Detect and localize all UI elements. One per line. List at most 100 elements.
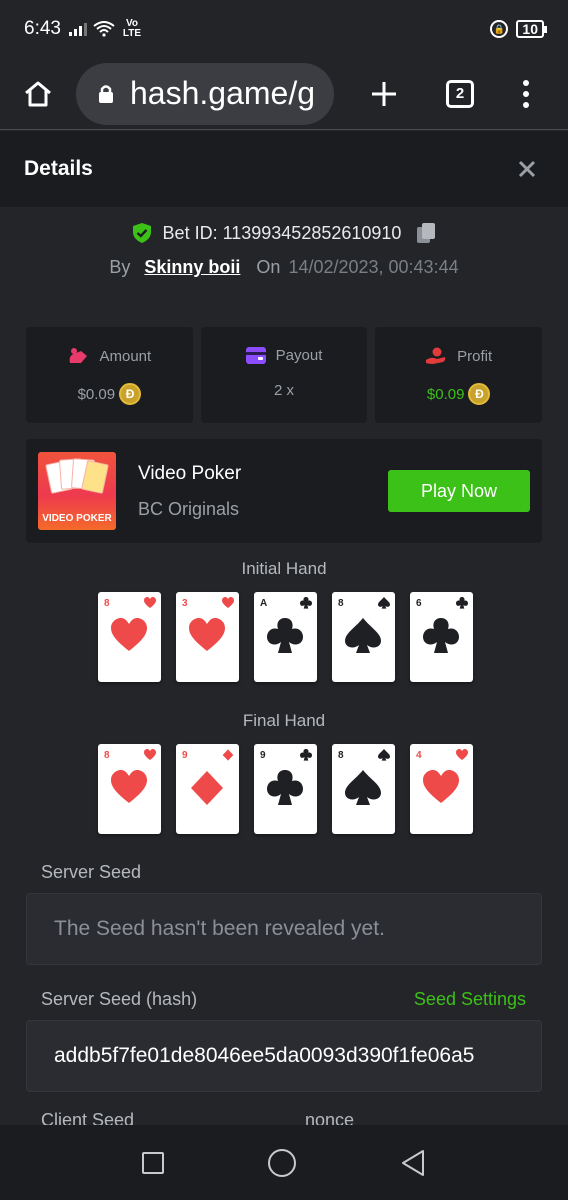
bet-date: 14/02/2023, 00:43:44 <box>288 257 459 277</box>
card-rank: 9 <box>182 750 188 761</box>
server-seed-label: Server Seed <box>41 862 142 882</box>
more-vert-icon <box>523 79 529 108</box>
card-rank: 4 <box>416 750 422 761</box>
browser-toolbar: hash.game/g 2 <box>0 58 568 130</box>
payout-stat: Payout 2 x <box>200 327 368 423</box>
initial-hand: 8 3 A 8 6 <box>98 592 473 682</box>
seed-settings-link[interactable]: Seed Settings <box>414 989 526 1010</box>
game-name[interactable]: Video Poker <box>138 463 241 485</box>
card-rank: 8 <box>104 598 110 609</box>
playing-card: 8 <box>332 744 395 834</box>
card-rank: 9 <box>260 750 266 761</box>
spade-icon <box>378 749 390 761</box>
thumbnail-label: VIDEO POKER <box>42 513 112 524</box>
verified-shield-icon <box>132 223 151 243</box>
payout-label: Payout <box>275 347 323 364</box>
rotation-lock-icon: 🔒 <box>490 20 509 38</box>
heart-icon <box>111 770 147 803</box>
home-nav-button[interactable] <box>268 1148 296 1177</box>
card-rank: 6 <box>416 598 422 609</box>
system-nav-bar <box>0 1125 568 1200</box>
playing-card: 8 <box>332 592 395 682</box>
diamond-icon <box>191 771 223 805</box>
final-hand: 8 9 9 8 4 <box>98 744 473 834</box>
details-header: Details <box>0 131 568 207</box>
money-bag-icon <box>70 348 88 363</box>
status-bar: 6:43 Vo LTE 🔒 10 <box>0 0 568 58</box>
game-card: VIDEO POKER Video Poker BC Originals Pla… <box>26 439 542 543</box>
card-rank: 8 <box>338 598 344 609</box>
server-seed-hash-label: Server Seed (hash) <box>41 989 198 1009</box>
new-tab-button[interactable] <box>334 58 434 130</box>
back-button[interactable] <box>400 1149 426 1177</box>
home-icon <box>25 81 51 106</box>
game-provider: BC Originals <box>138 498 240 519</box>
amount-stat: Amount $0.09 Đ <box>26 327 193 423</box>
lock-icon <box>98 84 118 104</box>
initial-hand-title: Initial Hand <box>241 559 327 578</box>
club-icon <box>300 597 312 609</box>
playing-card: 3 <box>176 592 239 682</box>
network-type: Vo LTE <box>122 18 142 39</box>
final-hand-title: Final Hand <box>242 711 326 730</box>
url-text: hash.game/g <box>130 75 316 111</box>
playing-card: A <box>254 592 317 682</box>
heart-icon <box>144 749 156 760</box>
doge-coin-icon: Đ <box>468 383 491 405</box>
home-button[interactable] <box>0 58 76 130</box>
playing-card: 9 <box>254 744 317 834</box>
club-icon <box>423 618 459 653</box>
heart-icon <box>456 749 468 760</box>
signal-icon <box>68 23 87 36</box>
signal-icons: Vo LTE <box>68 18 143 39</box>
server-seed-hash-field[interactable]: addb5f7fe01de8046ee5da0093d390f1fe06a5 <box>26 1020 542 1092</box>
username-link[interactable]: Skinny boii <box>144 257 240 278</box>
spade-icon <box>378 597 390 609</box>
video-poker-thumbnail[interactable]: VIDEO POKER <box>38 452 116 530</box>
profit-label: Profit <box>457 347 493 365</box>
spade-icon <box>345 618 381 653</box>
heart-icon <box>111 618 147 651</box>
tab-count: 2 <box>446 79 474 108</box>
amount-label: Amount <box>99 347 152 365</box>
page-title: Details <box>24 157 93 180</box>
battery-icon: 10 <box>516 20 547 38</box>
playing-card: 8 <box>98 744 161 834</box>
heart-icon <box>222 597 234 608</box>
diamond-icon <box>222 749 234 761</box>
heart-icon <box>189 618 225 651</box>
play-now-button[interactable]: Play Now <box>388 470 530 512</box>
card-rank: A <box>260 598 268 609</box>
doge-coin-icon: Đ <box>119 383 142 405</box>
url-bar[interactable]: hash.game/g <box>76 62 334 125</box>
club-icon <box>300 749 312 761</box>
close-button[interactable] <box>510 154 544 184</box>
spade-icon <box>345 770 381 805</box>
amount-value: $0.09 <box>77 385 116 403</box>
bet-owner-row: By Skinny boii On 14/02/2023, 00:43:44 <box>0 257 568 278</box>
wallet-icon <box>245 347 266 364</box>
recents-button[interactable] <box>142 1151 164 1174</box>
club-icon <box>456 597 468 609</box>
plus-icon <box>372 81 396 106</box>
browser-menu-button[interactable] <box>486 58 566 130</box>
heart-icon <box>423 770 459 803</box>
server-seed-field[interactable]: The Seed hasn't been revealed yet. <box>26 893 542 965</box>
on-label: On <box>256 257 281 277</box>
playing-card: 6 <box>410 592 473 682</box>
wifi-icon <box>93 21 115 37</box>
playing-card: 9 <box>176 744 239 834</box>
tab-switcher-button[interactable]: 2 <box>434 58 486 130</box>
playing-card: 4 <box>410 744 473 834</box>
bet-stats: Amount $0.09 Đ Payout 2 x Profit $0.09 Đ <box>26 327 543 423</box>
client-seed-label: Client Seed <box>41 1110 135 1125</box>
bet-id: Bet ID: 113993452852610910 <box>162 222 402 243</box>
club-icon <box>267 770 303 805</box>
card-rank: 8 <box>104 750 110 761</box>
by-label: By <box>109 257 131 277</box>
heart-icon <box>144 597 156 608</box>
bet-id-row: Bet ID: 113993452852610910 <box>0 221 568 245</box>
copy-icon[interactable] <box>415 221 437 245</box>
profit-value: $0.09 <box>426 385 465 403</box>
details-content[interactable]: Bet ID: 113993452852610910 By Skinny boi… <box>0 207 568 1125</box>
